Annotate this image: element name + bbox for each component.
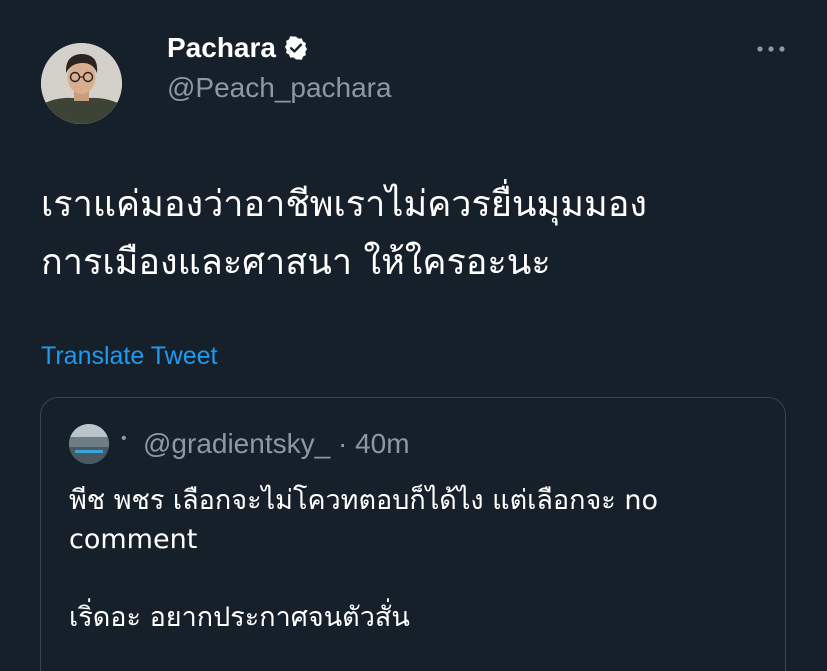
verified-badge-icon xyxy=(283,35,309,61)
quoted-author-avatar xyxy=(69,424,109,464)
more-options-icon[interactable] xyxy=(753,37,789,61)
quoted-tweet-text: พีช พชร เลือกจะไม่โควทตอบก็ได้ไง แต่เลือ… xyxy=(69,485,658,633)
avatar-image xyxy=(41,43,122,124)
quoted-separator-dot: • xyxy=(121,430,127,447)
translate-tweet-link[interactable]: Translate Tweet xyxy=(41,342,217,371)
author-name-row[interactable]: Pachara xyxy=(167,32,309,64)
quoted-handle-and-time: @gradientsky_ · 40m xyxy=(143,428,410,459)
author-avatar[interactable] xyxy=(41,43,122,124)
author-display-name[interactable]: Pachara xyxy=(167,32,276,64)
quoted-tweet[interactable]: • @gradientsky_ · 40m พีช พชร เลือกจะไม่… xyxy=(40,397,786,671)
author-handle[interactable]: @Peach_pachara xyxy=(167,72,392,104)
tweet-card: Pachara @Peach_pachara เราแค่มองว่าอาชีพ… xyxy=(0,0,827,671)
tweet-text: เราแค่มองว่าอาชีพเราไม่ควรยื่นมุมมอง การ… xyxy=(41,184,647,283)
